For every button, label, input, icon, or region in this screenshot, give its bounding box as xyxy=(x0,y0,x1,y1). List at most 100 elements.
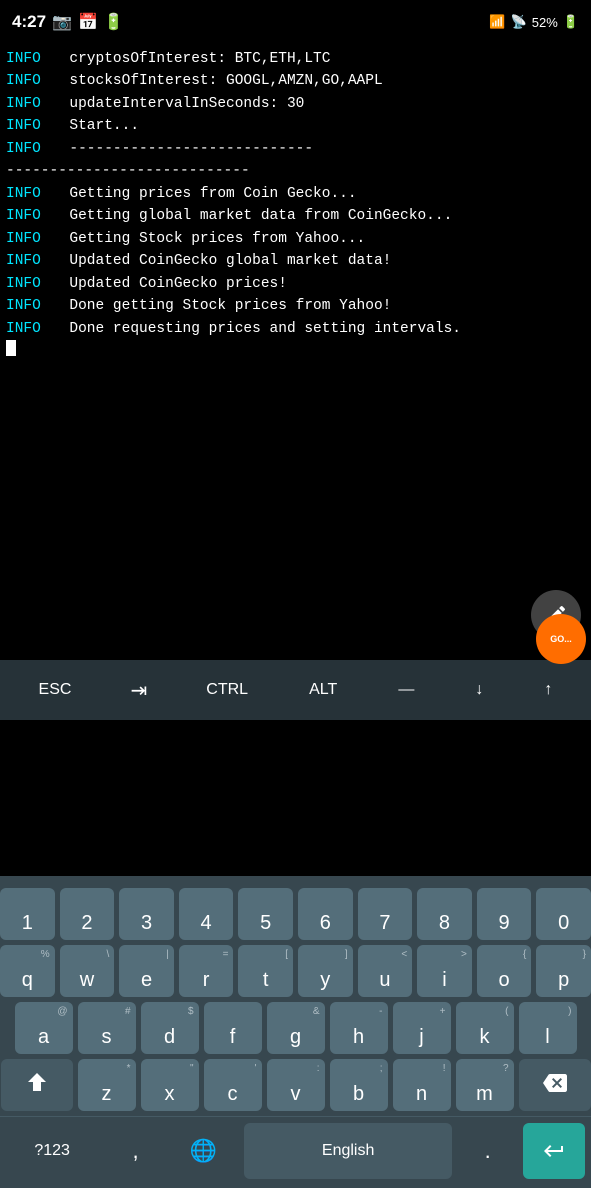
battery-level: 52% xyxy=(532,15,558,30)
symbols-key[interactable]: ?123 xyxy=(0,1117,104,1185)
key-p[interactable]: }p xyxy=(536,945,591,997)
key-4[interactable]: 4 xyxy=(179,888,234,940)
log-line: INFO Getting Stock prices from Yahoo... xyxy=(6,228,585,250)
key-i[interactable]: >i xyxy=(417,945,472,997)
key-superscript: < xyxy=(401,949,407,960)
key-7[interactable]: 7 xyxy=(358,888,413,940)
key-g[interactable]: &g xyxy=(267,1002,325,1054)
key-superscript: * xyxy=(127,1063,131,1074)
key-superscript: @ xyxy=(57,1006,67,1017)
log-text: ---------------------------- xyxy=(52,138,313,160)
log-line: INFO Updated CoinGecko prices! xyxy=(6,273,585,295)
status-left: 4:27 📷 📅 🔋 xyxy=(12,12,124,32)
log-line: INFO stocksOfInterest: GOOGL,AMZN,GO,AAP… xyxy=(6,70,585,92)
key-m[interactable]: ?m xyxy=(456,1059,514,1111)
key-superscript: % xyxy=(41,949,50,960)
up-arrow-key[interactable]: ↑ xyxy=(532,675,564,705)
key-s[interactable]: #s xyxy=(78,1002,136,1054)
key-1[interactable]: 1 xyxy=(0,888,55,940)
status-bar: 4:27 📷 📅 🔋 📶 📡 52% 🔋 xyxy=(0,0,591,44)
tab-key[interactable]: ⇥ xyxy=(120,672,157,709)
log-level: INFO xyxy=(6,205,52,227)
log-text: Getting prices from Coin Gecko... xyxy=(52,183,357,205)
key-superscript: : xyxy=(317,1063,320,1074)
key-n[interactable]: !n xyxy=(393,1059,451,1111)
shift-key[interactable] xyxy=(1,1059,73,1111)
key-x[interactable]: "x xyxy=(141,1059,199,1111)
key-superscript: ; xyxy=(380,1063,383,1074)
key-j[interactable]: +j xyxy=(393,1002,451,1054)
dash-key[interactable]: — xyxy=(386,675,426,705)
log-text: Getting global market data from CoinGeck… xyxy=(52,205,452,227)
key-8[interactable]: 8 xyxy=(417,888,472,940)
signal-icon: 📶 xyxy=(489,14,505,30)
key-z[interactable]: *z xyxy=(78,1059,136,1111)
power-icon: 🔋 xyxy=(104,12,124,32)
key-h[interactable]: -h xyxy=(330,1002,388,1054)
key-e[interactable]: |e xyxy=(119,945,174,997)
battery-icon: 🔋 xyxy=(563,14,579,30)
key-q[interactable]: %q xyxy=(0,945,55,997)
enter-icon xyxy=(542,1139,566,1163)
camera-icon: 📷 xyxy=(52,12,72,32)
key-superscript: & xyxy=(313,1006,320,1017)
key-3[interactable]: 3 xyxy=(119,888,174,940)
status-time: 4:27 xyxy=(12,12,46,32)
key-superscript: | xyxy=(166,949,169,960)
key-b[interactable]: ;b xyxy=(330,1059,388,1111)
key-o[interactable]: {o xyxy=(477,945,532,997)
key-d[interactable]: $d xyxy=(141,1002,199,1054)
key-superscript: } xyxy=(583,949,586,960)
log-line: INFO Getting global market data from Coi… xyxy=(6,205,585,227)
english-key[interactable]: English xyxy=(244,1123,453,1179)
key-k[interactable]: (k xyxy=(456,1002,514,1054)
alt-key[interactable]: ALT xyxy=(297,675,349,705)
down-arrow-key[interactable]: ↓ xyxy=(463,675,495,705)
log-line: INFO Updated CoinGecko global market dat… xyxy=(6,250,585,272)
key-superscript: $ xyxy=(188,1006,194,1017)
calendar-icon: 📅 xyxy=(78,12,98,32)
esc-key[interactable]: ESC xyxy=(27,675,84,705)
ctrl-key[interactable]: CTRL xyxy=(194,675,260,705)
log-line: INFO updateIntervalInSeconds: 30 xyxy=(6,93,585,115)
key-l[interactable]: )l xyxy=(519,1002,577,1054)
comma-key[interactable]: , xyxy=(104,1117,167,1185)
log-level: INFO xyxy=(6,318,52,340)
key-9[interactable]: 9 xyxy=(477,888,532,940)
key-0[interactable]: 0 xyxy=(536,888,591,940)
key-r[interactable]: =r xyxy=(179,945,234,997)
globe-key[interactable]: 🌐 xyxy=(167,1117,240,1185)
log-level: INFO xyxy=(6,273,52,295)
key-v[interactable]: :v xyxy=(267,1059,325,1111)
key-superscript: ' xyxy=(255,1063,257,1074)
key-2[interactable]: 2 xyxy=(60,888,115,940)
backspace-key[interactable] xyxy=(519,1059,591,1111)
log-line: INFO ---------------------------- xyxy=(6,138,585,160)
key-t[interactable]: [t xyxy=(238,945,293,997)
key-f[interactable]: f xyxy=(204,1002,262,1054)
log-text: Getting Stock prices from Yahoo... xyxy=(52,228,365,250)
status-icons: 📶 📡 52% 🔋 xyxy=(489,14,579,30)
period-key[interactable]: . xyxy=(456,1117,519,1185)
key-5[interactable]: 5 xyxy=(238,888,293,940)
key-c[interactable]: 'c xyxy=(204,1059,262,1111)
fab-orange-button[interactable]: GO... xyxy=(536,614,586,664)
log-text: updateIntervalInSeconds: 30 xyxy=(52,93,304,115)
log-level: INFO xyxy=(6,115,52,137)
enter-key[interactable] xyxy=(523,1123,585,1179)
log-level: INFO xyxy=(6,250,52,272)
log-level: INFO xyxy=(6,295,52,317)
key-a[interactable]: @a xyxy=(15,1002,73,1054)
log-text: cryptosOfInterest: BTC,ETH,LTC xyxy=(52,48,330,70)
key-6[interactable]: 6 xyxy=(298,888,353,940)
key-u[interactable]: <u xyxy=(358,945,413,997)
key-w[interactable]: \w xyxy=(60,945,115,997)
key-superscript: - xyxy=(379,1006,382,1017)
special-keys-row: ESC ⇥ CTRL ALT — ↓ ↑ xyxy=(0,660,591,720)
key-superscript: \ xyxy=(106,949,109,960)
log-text: Done requesting prices and setting inter… xyxy=(52,318,461,340)
key-y[interactable]: ]y xyxy=(298,945,353,997)
log-line: INFO Start... xyxy=(6,115,585,137)
key-superscript: { xyxy=(523,949,526,960)
key-superscript: > xyxy=(461,949,467,960)
